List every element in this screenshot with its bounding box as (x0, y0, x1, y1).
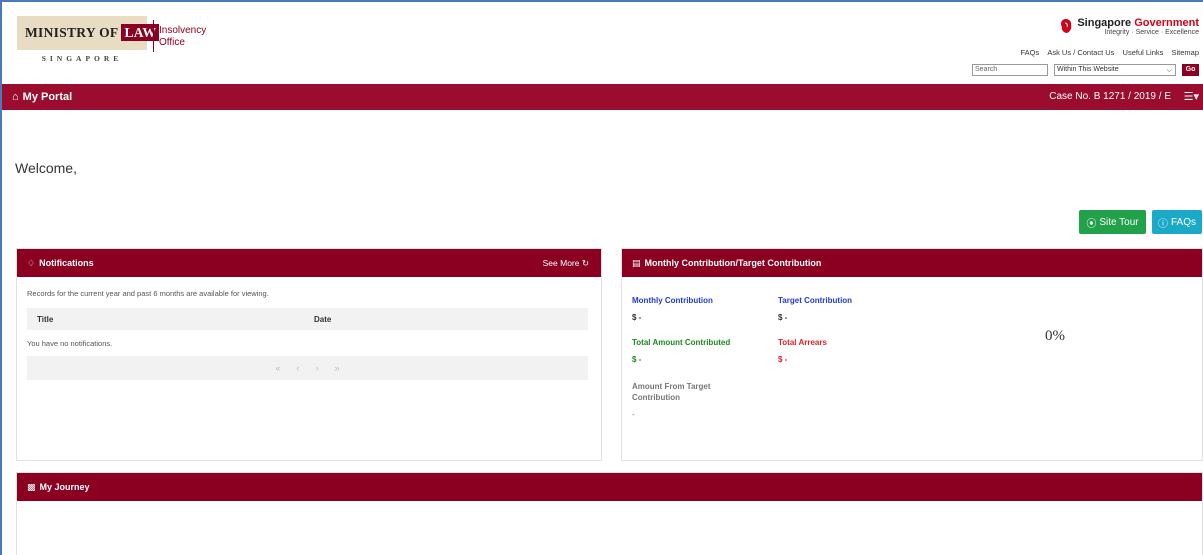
total-arrears-label: Total Arrears (778, 338, 827, 347)
first-page-button[interactable]: « (275, 363, 280, 373)
sgov-title-a: Singapore (1077, 17, 1132, 29)
total-contributed-value: $ - (632, 355, 642, 364)
portal-bar: ⌂ My Portal Case No. B 1271 / 2019 / E ☰▾ (2, 84, 1203, 110)
see-more-link[interactable]: See More ↻ (543, 258, 589, 269)
ministry-of-law-logo[interactable]: MINISTRY OF LAW SINGAPORE Insolvency Offi… (17, 16, 207, 66)
sgov-title: Singapore Government (1077, 18, 1199, 29)
bar-chart-icon: ▩ (27, 481, 36, 492)
prev-page-button[interactable]: ‹ (297, 363, 300, 373)
notifications-note: Records for the current year and past 6 … (27, 289, 269, 298)
table-header: Title Date (27, 308, 588, 330)
singapore-government-logo[interactable]: Singapore Government Integrity · Service… (1061, 18, 1199, 36)
notifications-body: Records for the current year and past 6 … (17, 277, 601, 392)
contribution-percentage: 0% (1045, 328, 1065, 344)
empty-message: You have no notifications. (27, 338, 113, 348)
logo-office: Insolvency Office (159, 25, 207, 48)
page-frame: MINISTRY OF LAW SINGAPORE Insolvency Offi… (0, 0, 1203, 555)
search-go-button[interactable]: Go (1182, 64, 1199, 76)
site-tour-label: Site Tour (1099, 216, 1139, 228)
journey-title: My Journey (39, 482, 90, 492)
total-arrears: Total Arrears $ - (778, 337, 918, 364)
search-row: Search Within This Website ⌵ Go (972, 64, 1199, 76)
monthly-contribution-label: Monthly Contribution (632, 296, 713, 305)
chevron-down-icon: ⌵ (1166, 67, 1172, 74)
lion-head-icon (1061, 19, 1072, 33)
monthly-title: Monthly Contribution/Target Contribution (644, 258, 822, 268)
question-circle-icon: ⓘ (1157, 218, 1168, 230)
logo-line: MINISTRY OF (25, 25, 119, 40)
my-journey-panel: ▩ My Journey (16, 472, 1203, 555)
total-contributed-label: Total Amount Contributed (632, 338, 731, 347)
compass-icon: ⦿ (1086, 218, 1097, 230)
refresh-icon: ↻ (581, 258, 589, 268)
home-icon: ⌂ (12, 91, 19, 103)
amount-from-target-value: - (632, 410, 635, 419)
notifications-title: Notifications (39, 258, 94, 268)
sgov-tagline: Integrity · Service · Excellence (1104, 29, 1199, 36)
case-number: Case No. B 1271 / 2019 / E (1049, 91, 1171, 102)
monthly-contribution-panel: ▤ Monthly Contribution/Target Contributi… (621, 248, 1203, 461)
money-icon: ▤ (632, 257, 641, 268)
logo-text: MINISTRY OF LAW (25, 24, 160, 41)
faqs-label: FAQs (1170, 216, 1196, 228)
sgov-title-b: Government (1134, 17, 1199, 29)
journey-header: ▩ My Journey (17, 473, 1202, 501)
notifications-panel: ♢ Notifications See More ↻ Records for t… (16, 248, 602, 461)
total-arrears-value: $ - (778, 355, 788, 364)
link-contact-us[interactable]: Ask Us / Contact Us (1047, 48, 1114, 57)
amount-from-target-label: Amount From Target Contribution (632, 382, 711, 402)
see-more-label: See More (542, 258, 580, 268)
next-page-button[interactable]: › (316, 363, 319, 373)
logo-divider (153, 20, 154, 52)
bell-icon: ♢ (27, 257, 36, 268)
monthly-header: ▤ Monthly Contribution/Target Contributi… (622, 249, 1202, 277)
monthly-contribution-value: $ - (632, 313, 642, 322)
link-sitemap[interactable]: Sitemap (1171, 48, 1199, 57)
target-contribution: Target Contribution $ - (778, 295, 918, 322)
logo-singapore: SINGAPORE (41, 54, 123, 63)
amount-from-target: Amount From Target Contribution - (632, 381, 732, 419)
site-tour-button[interactable]: ⦿ Site Tour (1079, 210, 1146, 234)
search-scope-select[interactable]: Within This Website ⌵ (1054, 64, 1176, 76)
target-contribution-value: $ - (778, 313, 788, 322)
link-useful-links[interactable]: Useful Links (1123, 48, 1164, 57)
monthly-contribution: Monthly Contribution $ - (632, 295, 772, 322)
logo-box: MINISTRY OF LAW (17, 16, 160, 50)
link-faqs[interactable]: FAQs (1020, 48, 1039, 57)
portal-title: My Portal (22, 91, 73, 103)
welcome-heading: Welcome, (15, 160, 77, 176)
notifications-table: Title Date You have no notifications. « … (27, 308, 588, 380)
hamburger-menu-icon[interactable]: ☰▾ (1184, 90, 1199, 103)
pagination: « ‹ › » (27, 356, 588, 380)
last-page-button[interactable]: » (335, 363, 340, 373)
notifications-header: ♢ Notifications See More ↻ (17, 249, 601, 277)
search-input[interactable]: Search (972, 64, 1048, 76)
my-portal-link[interactable]: ⌂ My Portal (12, 91, 72, 103)
column-date[interactable]: Date (314, 315, 331, 324)
column-title[interactable]: Title (27, 315, 314, 324)
total-contributed: Total Amount Contributed $ - (632, 337, 772, 364)
faqs-button[interactable]: ⓘ FAQs (1152, 210, 1202, 234)
top-links: FAQs Ask Us / Contact Us Useful Links Si… (1014, 48, 1199, 57)
search-scope-value: Within This Website (1057, 66, 1119, 73)
target-contribution-label: Target Contribution (778, 296, 853, 305)
